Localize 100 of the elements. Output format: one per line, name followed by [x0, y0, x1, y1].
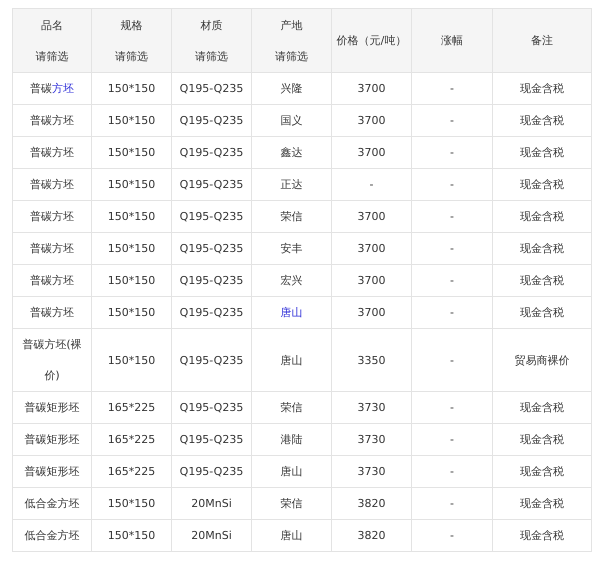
cell-text: 150*150 — [108, 146, 156, 159]
cell-text: - — [450, 497, 454, 510]
link[interactable]: 方坯 — [52, 82, 74, 95]
column-title: 材质 — [200, 18, 224, 34]
cell-text: Q195-Q235 — [180, 306, 244, 319]
cell-text: 普碳方坯 — [30, 210, 74, 223]
cell-text: 现金含税 — [520, 465, 564, 478]
filter-link[interactable]: 请筛选 — [175, 40, 248, 72]
cell-text: - — [450, 146, 454, 159]
cell-text: 现金含税 — [520, 242, 564, 255]
cell-text: 现金含税 — [520, 114, 564, 127]
link[interactable]: 唐山 — [280, 306, 302, 319]
filter-link[interactable]: 请筛选 — [16, 40, 88, 72]
cell-text: 150*150 — [108, 242, 156, 255]
cell-text: 现金含税 — [520, 82, 564, 95]
cell-text: 唐山 — [280, 529, 302, 542]
cell-text: - — [450, 529, 454, 542]
cell-text: 现金含税 — [520, 497, 564, 510]
cell-text: 普碳方坯 — [30, 178, 74, 191]
cell-text: 3700 — [358, 274, 386, 287]
cell-text: Q195-Q235 — [180, 354, 244, 366]
cell-text: 3700 — [358, 146, 386, 159]
column-title: 备注 — [530, 33, 554, 49]
filter-link[interactable]: 请筛选 — [255, 40, 328, 72]
cell-text: 普碳矩形坯 — [24, 465, 80, 478]
cell-text: 唐山 — [280, 354, 302, 366]
cell-text: Q195-Q235 — [180, 433, 244, 446]
cell-text: Q195-Q235 — [180, 274, 244, 287]
cell-text: 安丰 — [280, 242, 302, 255]
cell-text: 普碳方坯 — [30, 274, 74, 287]
cell-text: Q195-Q235 — [180, 401, 244, 414]
cell-text: 唐山 — [280, 465, 302, 478]
cell-text: 荣信 — [280, 210, 302, 223]
cell-text: Q195-Q235 — [180, 465, 244, 478]
cell-text: 3700 — [358, 114, 386, 127]
cell-text: Q195-Q235 — [180, 82, 244, 95]
cell-text: 150*150 — [108, 114, 156, 127]
cell-text: 3700 — [358, 242, 386, 255]
cell-text: 荣信 — [280, 497, 302, 510]
cell-text: - — [450, 114, 454, 127]
cell-text: - — [450, 465, 454, 478]
cell-text: 港陆 — [280, 433, 302, 446]
cell-text: 3700 — [358, 306, 386, 319]
cell-text: Q195-Q235 — [180, 178, 244, 191]
cell-text: 国义 — [280, 114, 302, 127]
cell-text: - — [450, 242, 454, 255]
cell-text: - — [450, 82, 454, 95]
cell-text: - — [450, 401, 454, 414]
cell-text: - — [450, 178, 454, 191]
cell-text: 3820 — [358, 529, 386, 542]
cell-text: 兴隆 — [280, 82, 302, 95]
cell-text: - — [450, 354, 454, 366]
cell-text: 现金含税 — [520, 433, 564, 446]
cell-text: 荣信 — [280, 401, 302, 414]
cell-text: 150*150 — [108, 210, 156, 223]
cell-text: 现金含税 — [520, 274, 564, 287]
column-title: 价格（元/吨） — [336, 33, 408, 49]
filter-link[interactable]: 请筛选 — [95, 40, 168, 72]
cell-text: - — [450, 210, 454, 223]
cell-text: 现金含税 — [520, 146, 564, 159]
cell-text: 150*150 — [108, 178, 156, 191]
cell-text: 普碳方坯(裸价) — [22, 338, 82, 382]
cell-text: Q195-Q235 — [180, 210, 244, 223]
cell-text: 150*150 — [108, 306, 156, 319]
cell-text: 150*150 — [108, 529, 156, 542]
cell-text: 宏兴 — [280, 274, 302, 287]
cell-text: 20MnSi — [191, 529, 232, 542]
cell-text: 普碳方坯 — [30, 306, 74, 319]
cell-text: 普碳矩形坯 — [24, 433, 80, 446]
cell-text: 低合金方坯 — [24, 497, 80, 510]
cell-text: 3730 — [358, 465, 386, 478]
column-title: 产地 — [280, 18, 304, 34]
cell-text: - — [370, 178, 374, 191]
cell-text: 现金含税 — [520, 401, 564, 414]
cell-text: 现金含税 — [520, 529, 564, 542]
column-title: 品名 — [40, 18, 64, 34]
cell-text: 165*225 — [108, 433, 156, 446]
cell-text: - — [450, 274, 454, 287]
cell-text: - — [450, 306, 454, 319]
cell-text: 3820 — [358, 497, 386, 510]
cell-text: 3700 — [358, 82, 386, 95]
cell-text: 普碳 — [30, 82, 52, 95]
cell-text: 150*150 — [108, 82, 156, 95]
cell-text: Q195-Q235 — [180, 242, 244, 255]
cell-text: 165*225 — [108, 465, 156, 478]
cell-text: Q195-Q235 — [180, 146, 244, 159]
cell-text: 正达 — [280, 178, 302, 191]
cell-text: 普碳矩形坯 — [24, 401, 80, 414]
cell-text: 150*150 — [108, 497, 156, 510]
cell-text: 贸易商裸价 — [514, 354, 570, 366]
cell-text: 3700 — [358, 210, 386, 223]
cell-text: 普碳方坯 — [30, 114, 74, 127]
cell-text: 普碳方坯 — [30, 146, 74, 159]
cell-text: 150*150 — [108, 274, 156, 287]
cell-text: 3730 — [358, 433, 386, 446]
cell-text: 低合金方坯 — [24, 529, 80, 542]
cell-text: 现金含税 — [520, 306, 564, 319]
cell-text: 3350 — [358, 354, 386, 366]
cell-text: 鑫达 — [280, 146, 302, 159]
cell-text: 普碳方坯 — [30, 242, 74, 255]
